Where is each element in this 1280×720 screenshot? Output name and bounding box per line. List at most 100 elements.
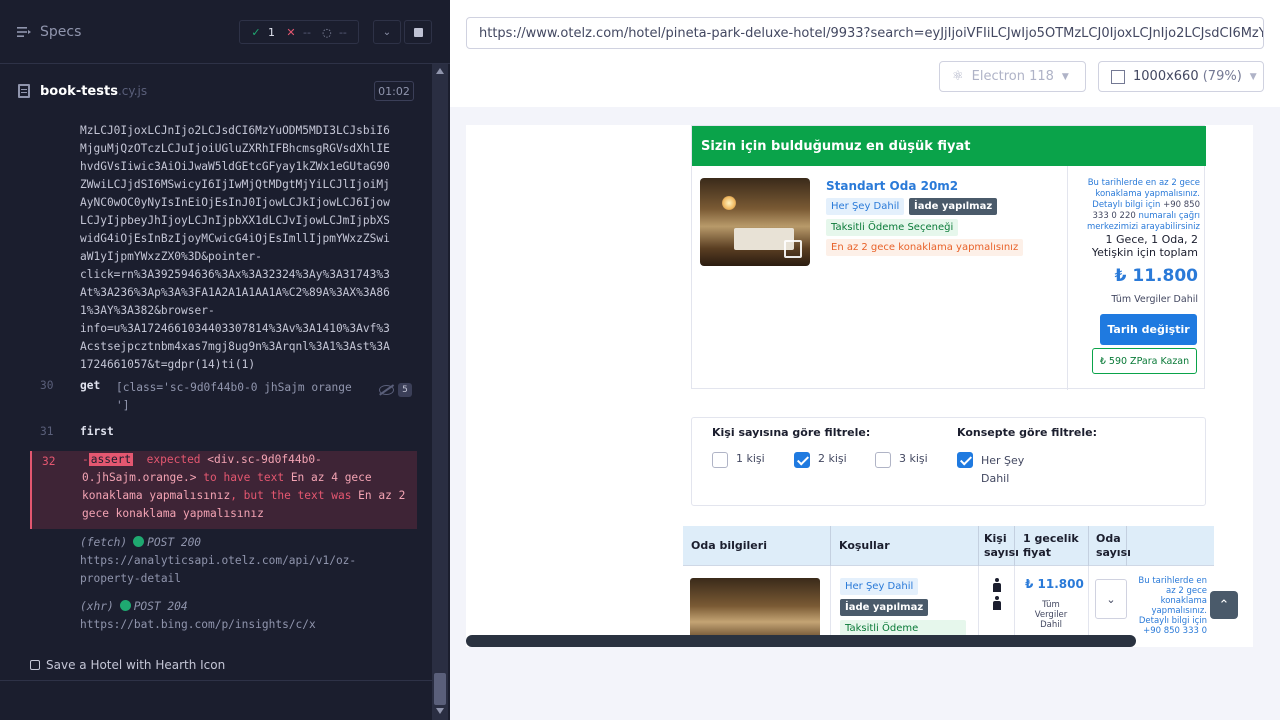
row-price: ₺ 11.800: [1025, 577, 1084, 591]
checkbox-checked[interactable]: [794, 452, 810, 468]
chevron-down-icon: ⌄: [1106, 592, 1116, 606]
command-name: first: [80, 425, 114, 438]
room-photo[interactable]: [700, 178, 810, 266]
url-bar[interactable]: https://www.otelz.com/hotel/pineta-park-…: [466, 17, 1264, 49]
filter-1-person[interactable]: 1 kişi: [712, 452, 765, 468]
request-log-fetch[interactable]: (fetch) POST 200 https://analyticsapi.ote…: [80, 534, 410, 588]
filter-2-person[interactable]: 2 kişi: [794, 452, 847, 468]
people-filter-title: Kişi sayısına göre filtrele:: [712, 426, 871, 439]
tag-min-stay: En az 2 gece konaklama yapmalısınız: [826, 239, 1024, 256]
room-name-link[interactable]: Standart Oda 20m2: [826, 179, 958, 193]
tag-all-inclusive: Her Şey Dahil: [826, 198, 905, 215]
filter-card: Kişi sayısına göre filtrele: Konsepte gö…: [691, 417, 1206, 506]
command-log: MzLCJ0IjoxLCJnIjo2LCJsdCI6MzYuODM5MDI3LC…: [30, 117, 417, 637]
request-kind: (fetch): [80, 536, 128, 549]
cell-note: Bu tarihlerde en az 2 gece konaklama yap…: [1127, 566, 1214, 647]
assert-label: assert: [88, 453, 134, 466]
scroll-to-top-button[interactable]: ⌃: [1210, 591, 1238, 619]
aut-iframe[interactable]: Sizin için bulduğumuz en düşük fiyat Sta…: [466, 125, 1253, 647]
viewport-icon: [1111, 69, 1125, 84]
assertion-error-row[interactable]: 32 - assert expected <div.sc-9d0f44b0-0.j…: [30, 451, 417, 529]
change-dates-button[interactable]: Tarih değiştir: [1100, 314, 1197, 345]
checkbox[interactable]: [875, 452, 891, 468]
toggle-collapse-button[interactable]: ⌄: [373, 20, 401, 44]
page-horizontal-scrollbar[interactable]: [466, 635, 1136, 647]
request-status: POST 200: [147, 536, 202, 549]
checkbox[interactable]: [712, 452, 728, 468]
command-name: get: [80, 379, 101, 392]
assert-to-have-text: to have text: [196, 471, 291, 484]
command-row-first[interactable]: 31 first: [30, 425, 417, 443]
passed-stat: ✓ 1: [250, 26, 275, 39]
hidden-elements-indicator: 5: [379, 383, 412, 397]
tax-included: Tüm Vergiler Dahil: [1111, 294, 1198, 305]
specs-title[interactable]: Specs: [40, 24, 81, 40]
col-conditions: Koşullar: [831, 526, 979, 566]
eye-slash-icon: [379, 385, 394, 395]
scroll-down-arrow-icon[interactable]: [436, 708, 444, 714]
lamp-shape: [722, 196, 736, 210]
stop-icon: [413, 27, 423, 37]
failed-count: --: [303, 25, 311, 39]
option-label: 2 kişi: [818, 452, 847, 465]
run-duration: 01:02: [374, 81, 414, 101]
specs-list-icon[interactable]: [17, 26, 31, 38]
visit-url-log[interactable]: MzLCJ0IjoxLCJnIjo2LCJsdCI6MzYuODM5MDI3LC…: [80, 122, 410, 374]
command-line-number: 31: [40, 425, 54, 438]
tag-non-refundable: İade yapılmaz: [909, 198, 998, 215]
col-night-price: 1 gecelik fiyat: [1015, 526, 1089, 566]
concept-filter-title: Konsepte göre filtrele:: [957, 426, 1097, 439]
browser-selector[interactable]: ⚛ Electron 118 ▼: [939, 61, 1086, 92]
pending-stat: ◌ --: [321, 26, 347, 39]
chevron-down-icon: ▼: [1061, 71, 1069, 82]
test-title: Save a Hotel with Hearth Icon: [46, 658, 226, 672]
stay-summary: 1 Gece, 1 Oda, 2 Yetişkin için toplam: [1091, 233, 1198, 259]
request-kind: (xhr): [80, 600, 114, 613]
chevron-down-icon: ⌄: [382, 26, 392, 38]
failed-stat: ✕ --: [285, 26, 311, 39]
test-item-save-hotel[interactable]: Save a Hotel with Hearth Icon: [30, 658, 225, 672]
request-url: https://analyticsapi.otelz.com/api/v1/oz…: [80, 554, 357, 585]
command-message: [class='sc-9d0f44b0-0 jhSajm orange ']: [116, 381, 352, 412]
person-icon: [993, 596, 1001, 610]
test-stats: ✓ 1 ✕ -- ◌ --: [239, 20, 359, 44]
status-dot-icon: [119, 600, 131, 611]
stop-button[interactable]: [404, 20, 432, 44]
scroll-up-arrow-icon[interactable]: [436, 68, 444, 74]
best-price-card: Sizin için bulduğumuz en düşük fiyat Sta…: [691, 125, 1206, 390]
total-price: ₺ 11.800: [1114, 266, 1198, 286]
x-icon: ✕: [286, 25, 296, 39]
filter-all-inclusive[interactable]: Her Şey Dahil: [957, 452, 1037, 488]
cypress-runner-panel: Specs ✓ 1 ✕ -- ◌ -- ⌄ book-tests.cy.js 0…: [0, 0, 450, 720]
filter-3-person[interactable]: 3 kişi: [875, 452, 928, 468]
checkbox-checked[interactable]: [957, 452, 973, 468]
pending-count: --: [338, 25, 347, 39]
request-log-xhr[interactable]: (xhr) POST 204 https://bat.bing.com/p/ins…: [80, 598, 410, 634]
request-url: https://bat.bing.com/p/insights/c/x: [80, 618, 316, 631]
divider: [0, 680, 432, 681]
zpara-badge: ₺ 590 ZPara Kazan: [1092, 348, 1197, 374]
tag-installment: Taksitli Ödeme Seçeneği: [826, 219, 959, 236]
log-scrollbar[interactable]: [432, 64, 448, 720]
expand-icon[interactable]: [784, 240, 802, 258]
room-count-select[interactable]: ⌄: [1095, 579, 1127, 619]
chevron-down-icon: ▼: [1249, 71, 1257, 82]
assert-expected-word: expected: [146, 453, 208, 466]
tag-all-inclusive: Her Şey Dahil: [840, 578, 919, 595]
command-line-number: 30: [40, 379, 54, 392]
best-price-title: Sizin için bulduğumuz en düşük fiyat: [692, 126, 1206, 166]
viewport-selector[interactable]: 1000x660 (79%) ▼: [1098, 61, 1264, 92]
pending-circle-icon: ◌: [322, 25, 332, 39]
col-room-count: Oda sayısı: [1089, 526, 1131, 566]
col-people: Kişi sayısı: [979, 526, 1019, 566]
browser-label: Electron 118: [971, 69, 1054, 84]
specs-header: Specs ✓ 1 ✕ -- ◌ -- ⌄: [0, 0, 450, 64]
option-label: 3 kişi: [899, 452, 928, 465]
assert-dash: -: [82, 453, 89, 466]
chevron-up-icon: ⌃: [1218, 597, 1230, 613]
scrollbar-thumb[interactable]: [434, 673, 446, 705]
rooms-table-header: Oda bilgileri Koşullar Kişi sayısı 1 gec…: [683, 526, 1214, 566]
command-row-get[interactable]: 30 get [class='sc-9d0f44b0-0 jhSajm oran…: [30, 379, 417, 415]
spec-file-name[interactable]: book-tests.cy.js: [40, 84, 147, 99]
spec-file-basename: book-tests: [40, 84, 118, 99]
